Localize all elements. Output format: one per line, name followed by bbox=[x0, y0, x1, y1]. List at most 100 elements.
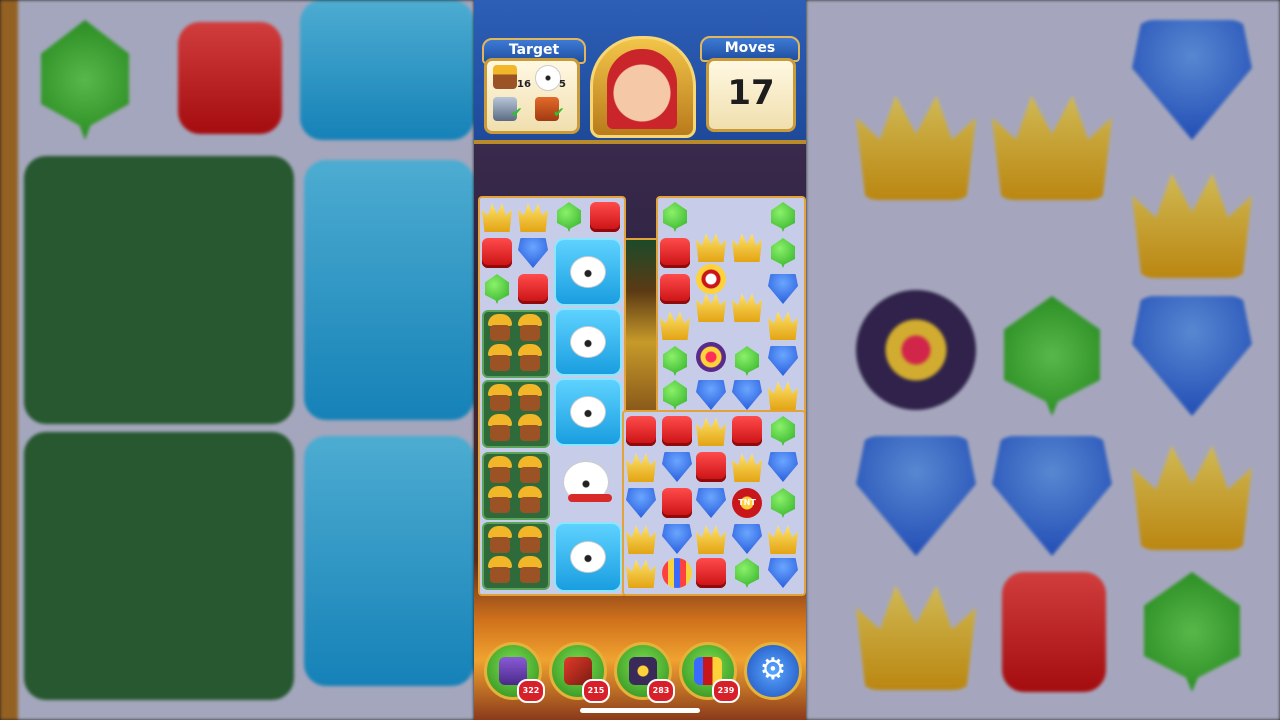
arrow-booster-button[interactable]: 215 bbox=[549, 642, 610, 703]
board-cell[interactable] bbox=[694, 230, 728, 264]
board-cell[interactable] bbox=[694, 522, 728, 556]
target-panel: 16 5 ✔ ✔ bbox=[484, 58, 580, 134]
leaf-piece bbox=[557, 202, 581, 232]
background-left-zoom bbox=[0, 0, 474, 720]
board-cell[interactable] bbox=[660, 556, 694, 590]
board-cell[interactable] bbox=[730, 290, 764, 324]
board-cell[interactable] bbox=[552, 200, 586, 234]
board-cell[interactable] bbox=[694, 556, 728, 590]
check-icon-2: ✔ bbox=[553, 105, 565, 121]
board-cell[interactable] bbox=[624, 522, 658, 556]
leaf-piece bbox=[663, 380, 687, 410]
polar-bear-ice-block[interactable] bbox=[554, 308, 622, 376]
board-cell[interactable] bbox=[766, 272, 800, 306]
polar-bear-icon bbox=[570, 326, 606, 358]
board-cell[interactable] bbox=[730, 230, 764, 264]
board-cell[interactable] bbox=[730, 556, 764, 590]
board-cell[interactable] bbox=[658, 308, 692, 342]
bg-propeller bbox=[856, 290, 976, 410]
board-cell[interactable] bbox=[658, 344, 692, 378]
crown-piece bbox=[626, 525, 656, 554]
board-cell[interactable] bbox=[660, 450, 694, 484]
board-cell[interactable] bbox=[660, 414, 694, 448]
board-cell[interactable] bbox=[480, 272, 514, 306]
board-cell[interactable] bbox=[516, 272, 550, 306]
board-cell[interactable] bbox=[480, 236, 514, 270]
board-cell[interactable] bbox=[660, 486, 694, 520]
mole-icon bbox=[516, 344, 544, 372]
board-cell[interactable] bbox=[694, 340, 728, 374]
crown-piece bbox=[518, 203, 548, 232]
board-cell[interactable] bbox=[766, 522, 800, 556]
board-cell[interactable] bbox=[624, 450, 658, 484]
bg-mole-box-2 bbox=[24, 432, 294, 700]
shield-piece bbox=[732, 380, 762, 410]
polar-bear-icon bbox=[570, 541, 606, 573]
polar-bear-ice-block[interactable] bbox=[554, 378, 622, 446]
cannon-booster-button[interactable]: 283 bbox=[614, 642, 675, 703]
board-cell[interactable] bbox=[694, 450, 728, 484]
bg-crown-3 bbox=[1132, 173, 1252, 278]
board-cell[interactable] bbox=[588, 200, 622, 234]
bg-red-block-2 bbox=[1002, 572, 1106, 692]
board-cell[interactable] bbox=[766, 486, 800, 520]
board-cell[interactable] bbox=[480, 200, 514, 234]
board-cell[interactable] bbox=[766, 308, 800, 342]
board-cell[interactable] bbox=[766, 236, 800, 270]
leaf-piece bbox=[663, 346, 687, 376]
board-cell[interactable] bbox=[766, 556, 800, 590]
board-cell[interactable]: TNT bbox=[730, 486, 764, 520]
board-cell[interactable] bbox=[658, 200, 692, 234]
board-cell[interactable] bbox=[624, 556, 658, 590]
leaf-piece bbox=[771, 202, 795, 232]
king-face bbox=[607, 49, 677, 129]
leaf-piece bbox=[771, 488, 795, 518]
mole-icon bbox=[486, 314, 514, 342]
board-cell[interactable] bbox=[766, 414, 800, 448]
mole-box[interactable] bbox=[482, 380, 550, 448]
target-mole-count: 16 bbox=[517, 79, 531, 90]
board-cell[interactable] bbox=[766, 378, 800, 412]
settings-button[interactable]: ⚙ bbox=[744, 642, 802, 700]
book-piece bbox=[518, 274, 548, 304]
hammer-booster-button[interactable]: 322 bbox=[484, 642, 545, 703]
board-cell[interactable] bbox=[730, 522, 764, 556]
mole-box[interactable] bbox=[482, 310, 550, 378]
mole-icon bbox=[516, 384, 544, 412]
board-cell[interactable] bbox=[730, 378, 764, 412]
striped-rocket-piece bbox=[662, 558, 692, 588]
mole-icon bbox=[516, 526, 544, 554]
board-cell[interactable] bbox=[730, 344, 764, 378]
board-cell[interactable] bbox=[694, 290, 728, 324]
board-cell[interactable] bbox=[516, 236, 550, 270]
board-cell[interactable] bbox=[624, 414, 658, 448]
board-cell[interactable] bbox=[694, 414, 728, 448]
board-cell[interactable] bbox=[766, 344, 800, 378]
board-cell[interactable] bbox=[658, 272, 692, 306]
board-cell[interactable] bbox=[730, 414, 764, 448]
board-cell[interactable] bbox=[694, 486, 728, 520]
board-cell[interactable] bbox=[766, 450, 800, 484]
crown-piece bbox=[768, 525, 798, 554]
polar-bear-free[interactable] bbox=[554, 450, 618, 514]
mole-icon bbox=[486, 456, 514, 484]
crown-piece bbox=[626, 559, 656, 588]
book-piece bbox=[590, 202, 620, 232]
board-cell[interactable] bbox=[694, 378, 728, 412]
board-cell[interactable] bbox=[624, 486, 658, 520]
polar-bear-ice-block[interactable] bbox=[554, 522, 622, 592]
board-cell[interactable] bbox=[766, 200, 800, 234]
mole-box[interactable] bbox=[482, 522, 550, 590]
board-cell[interactable] bbox=[658, 378, 692, 412]
board-cell[interactable] bbox=[730, 450, 764, 484]
board-cell[interactable] bbox=[660, 522, 694, 556]
bg-leaf-2 bbox=[1144, 572, 1240, 692]
game-screen: Target 16 5 ✔ ✔ Moves 17 TNT 322 215 283… bbox=[474, 0, 806, 720]
home-indicator[interactable] bbox=[580, 708, 700, 713]
board-cell[interactable] bbox=[658, 236, 692, 270]
board-cell[interactable] bbox=[516, 200, 550, 234]
mole-box[interactable] bbox=[482, 452, 550, 520]
jester-hat-booster-button[interactable]: 239 bbox=[679, 642, 740, 703]
polar-bear-ice-block[interactable] bbox=[554, 238, 622, 306]
target-bear-count: 5 bbox=[559, 79, 566, 90]
